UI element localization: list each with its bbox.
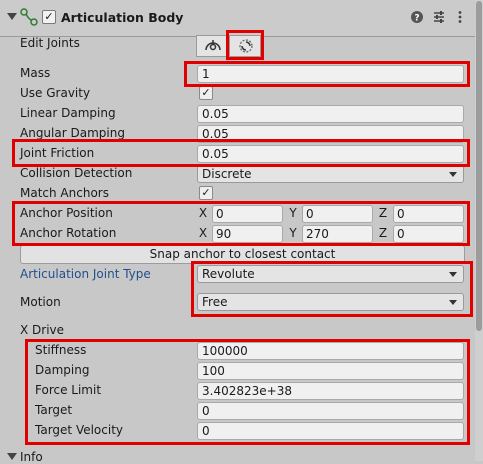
mass-field[interactable]: 1 <box>197 65 464 83</box>
component-header[interactable]: ✓ Articulation Body ? <box>0 0 475 37</box>
anchor-position-z-label: Z <box>378 206 388 220</box>
joint-type-label: Articulation Joint Type <box>20 267 151 281</box>
dropdown-arrow-icon <box>449 272 457 277</box>
anchor-rotation-z-label: Z <box>378 226 388 240</box>
snap-anchor-button[interactable]: Snap anchor to closest contact <box>20 245 465 264</box>
edit-joints-label: Edit Joints <box>20 36 80 50</box>
x-drive-label: X Drive <box>20 323 65 337</box>
info-collapse-chevron-icon[interactable] <box>7 453 17 460</box>
component-enabled-checkbox[interactable]: ✓ <box>42 10 56 24</box>
collision-detection-dropdown[interactable]: Discrete <box>197 165 464 183</box>
linear-damping-label: Linear Damping <box>20 106 116 120</box>
use-gravity-checkbox[interactable]: ✓ <box>199 86 213 100</box>
anchor-position-x-field[interactable]: 0 <box>212 205 283 223</box>
anchor-edit-icon <box>205 40 221 51</box>
force-limit-field[interactable]: 3.402823e+38 <box>197 382 464 400</box>
angular-damping-field[interactable]: 0.05 <box>197 125 464 143</box>
collision-detection-value: Discrete <box>202 167 252 181</box>
component-title: Articulation Body <box>61 10 184 25</box>
stiffness-field[interactable]: 100000 <box>197 342 464 360</box>
target-label: Target <box>35 403 73 417</box>
target-field[interactable]: 0 <box>197 402 464 420</box>
target-velocity-label: Target Velocity <box>35 423 124 437</box>
anchor-position-y-field[interactable]: 0 <box>302 205 373 223</box>
inspector-scrollbar[interactable] <box>475 0 483 461</box>
joint-friction-label: Joint Friction <box>20 146 95 160</box>
anchor-rotation-z-field[interactable]: 0 <box>393 225 464 243</box>
help-icon[interactable]: ? <box>410 10 424 24</box>
linear-damping-field[interactable]: 0.05 <box>197 105 464 123</box>
collision-detection-label: Collision Detection <box>20 166 133 180</box>
stiffness-label: Stiffness <box>35 343 87 357</box>
articulation-body-icon <box>20 8 38 26</box>
more-options-icon[interactable] <box>453 10 467 24</box>
anchor-position-label: Anchor Position <box>20 206 113 220</box>
scrollbar-thumb[interactable] <box>476 1 482 331</box>
edit-anchor-button[interactable] <box>196 35 228 57</box>
dropdown-arrow-icon <box>449 172 457 177</box>
anchor-rotation-x-field[interactable]: 90 <box>212 225 283 243</box>
damping-label: Damping <box>35 363 90 377</box>
motion-label: Motion <box>20 295 61 309</box>
anchor-rotation-label: Anchor Rotation <box>20 226 117 240</box>
anchor-position-z-field[interactable]: 0 <box>393 205 464 223</box>
anchor-position-y-label: Y <box>289 206 297 220</box>
target-velocity-field[interactable]: 0 <box>197 422 464 440</box>
force-limit-label: Force Limit <box>35 383 102 397</box>
info-section-label[interactable]: Info <box>20 450 43 464</box>
joint-type-dropdown[interactable]: Revolute <box>197 265 464 283</box>
inspector-panel: ✓ Articulation Body ? Edit Joints Mass 1… <box>0 0 475 464</box>
anchor-rotation-y-field[interactable]: 270 <box>302 225 373 243</box>
mass-label: Mass <box>20 66 51 80</box>
anchor-rotation-x-label: X <box>198 226 208 240</box>
dropdown-arrow-icon <box>449 300 457 305</box>
rotation-limits-icon <box>239 39 253 53</box>
anchor-rotation-y-label: Y <box>289 226 297 240</box>
match-anchors-checkbox[interactable]: ✓ <box>199 186 213 200</box>
damping-field[interactable]: 100 <box>197 362 464 380</box>
preset-sliders-icon[interactable] <box>432 10 446 24</box>
joint-type-value: Revolute <box>202 267 255 281</box>
collapse-chevron-icon[interactable] <box>7 13 17 20</box>
svg-text:?: ? <box>414 14 419 24</box>
joint-friction-field[interactable]: 0.05 <box>197 145 464 163</box>
match-anchors-label: Match Anchors <box>20 186 109 200</box>
anchor-position-x-label: X <box>198 206 208 220</box>
edit-limits-button[interactable] <box>229 35 261 57</box>
angular-damping-label: Angular Damping <box>20 126 125 140</box>
motion-value: Free <box>202 295 228 309</box>
motion-dropdown[interactable]: Free <box>197 293 464 311</box>
use-gravity-label: Use Gravity <box>20 86 91 100</box>
